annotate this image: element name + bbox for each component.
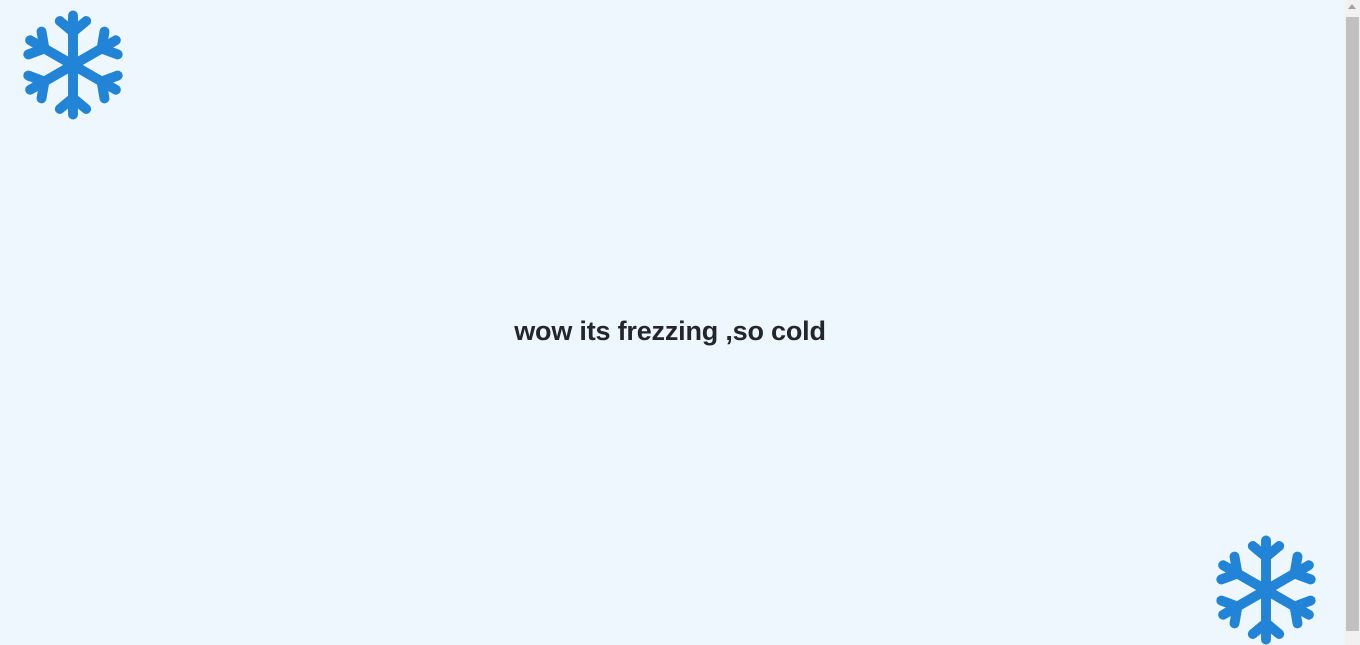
page-body: wow its frezzing ,so cold	[0, 0, 1345, 645]
vertical-scrollbar[interactable]	[1345, 0, 1360, 645]
snowflake-icon	[23, 10, 123, 120]
page-headline: wow its frezzing ,so cold	[514, 316, 826, 346]
snowflake-icon	[1216, 535, 1316, 645]
scroll-up-arrow-icon[interactable]	[1348, 4, 1356, 9]
scrollbar-thumb[interactable]	[1346, 17, 1359, 631]
